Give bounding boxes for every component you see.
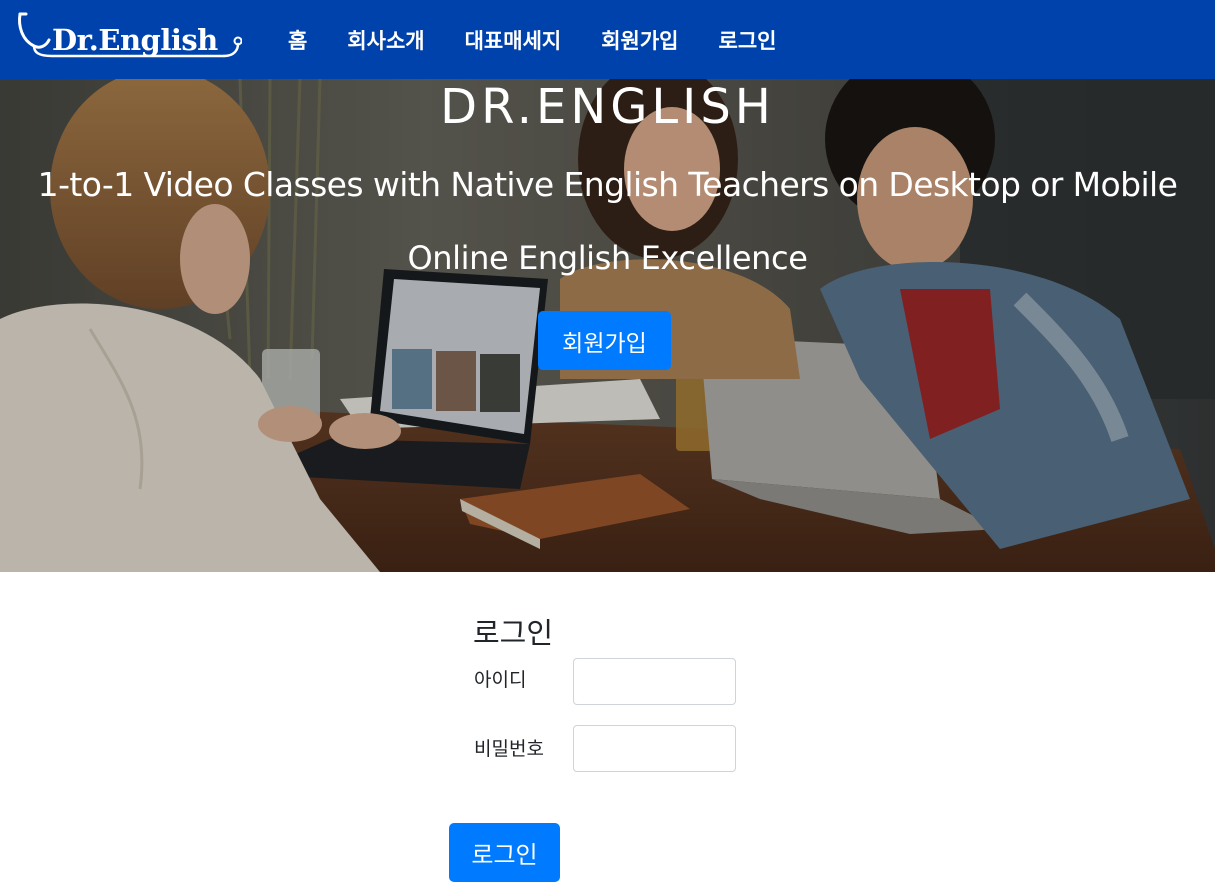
- nav-login[interactable]: 로그인: [699, 25, 797, 55]
- hero-title: DR.ENGLISH: [440, 79, 775, 135]
- id-label: 아이디: [474, 669, 527, 691]
- password-label: 비밀번호: [474, 738, 544, 760]
- logo-text: Dr.English: [52, 23, 218, 57]
- login-submit-button[interactable]: 로그인: [449, 823, 560, 882]
- password-input[interactable]: [573, 725, 736, 772]
- dr-english-logo[interactable]: Dr.English: [16, 12, 242, 62]
- nav-home[interactable]: 홈: [268, 25, 327, 55]
- top-navbar: Dr.English 홈 회사소개 대표매세지 회원가입 로그인: [0, 0, 1215, 79]
- nav-ceo-message[interactable]: 대표매세지: [445, 25, 582, 55]
- login-title: 로그인: [473, 616, 554, 650]
- hero-subtitle: 1-to-1 Video Classes with Native English…: [37, 165, 1178, 204]
- nav-signup[interactable]: 회원가입: [581, 25, 698, 55]
- hero-tagline: Online English Excellence: [407, 239, 808, 277]
- nav-links: 홈 회사소개 대표매세지 회원가입 로그인: [268, 0, 796, 79]
- hero-signup-button[interactable]: 회원가입: [538, 311, 671, 370]
- hero-banner: DR.ENGLISH 1-to-1 Video Classes with Nat…: [0, 79, 1215, 572]
- nav-company-intro[interactable]: 회사소개: [327, 25, 444, 55]
- id-input[interactable]: [573, 658, 736, 705]
